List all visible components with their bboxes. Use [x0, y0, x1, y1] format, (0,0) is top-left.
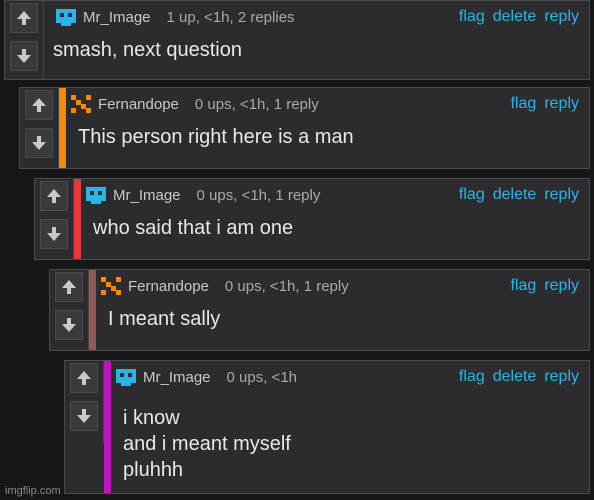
- avatar-icon[interactable]: [70, 93, 92, 115]
- comment: Mr_Image 0 ups, <1h flag delete reply i …: [64, 360, 590, 494]
- vote-column: [65, 361, 104, 443]
- upvote-button[interactable]: [10, 3, 38, 33]
- arrow-up-icon: [62, 280, 76, 294]
- avatar-icon[interactable]: [100, 275, 122, 297]
- username-link[interactable]: Fernandope: [128, 278, 209, 295]
- comment-body: i know and i meant myself pluhhh: [123, 407, 291, 481]
- comment-actions: flag delete reply: [459, 8, 579, 26]
- delete-link[interactable]: delete: [493, 368, 537, 386]
- reply-link[interactable]: reply: [544, 8, 579, 26]
- reply-link[interactable]: reply: [544, 277, 579, 295]
- arrow-down-icon: [77, 409, 91, 423]
- arrow-up-icon: [17, 11, 31, 25]
- arrow-down-icon: [47, 227, 61, 241]
- comment-actions: flag reply: [511, 95, 579, 113]
- delete-link[interactable]: delete: [493, 8, 537, 26]
- comment-meta: 0 ups, <1h: [226, 368, 298, 386]
- flag-link[interactable]: flag: [459, 186, 485, 204]
- downvote-button[interactable]: [55, 310, 83, 340]
- flag-link[interactable]: flag: [459, 368, 485, 386]
- reply-link[interactable]: reply: [544, 368, 579, 386]
- downvote-button[interactable]: [10, 41, 38, 71]
- comment-body: smash, next question: [53, 39, 242, 61]
- comment-actions: flag reply: [511, 277, 579, 295]
- reply-link[interactable]: reply: [544, 95, 579, 113]
- avatar-icon[interactable]: [115, 366, 137, 388]
- arrow-down-icon: [17, 49, 31, 63]
- vote-column: [50, 270, 89, 350]
- comment-meta: 0 ups, <1h, 1 reply: [196, 186, 321, 204]
- flag-link[interactable]: flag: [459, 8, 485, 26]
- comment-meta: 1 up, <1h, 2 replies: [166, 8, 295, 26]
- reply-link[interactable]: reply: [544, 186, 579, 204]
- avatar-icon[interactable]: [85, 184, 107, 206]
- comment-meta: 0 ups, <1h, 1 reply: [224, 277, 349, 295]
- comment: Mr_Image 1 up, <1h, 2 replies flag delet…: [4, 0, 590, 80]
- watermark: imgflip.com: [5, 485, 61, 497]
- comment-body: I meant sally: [108, 308, 221, 330]
- arrow-down-icon: [62, 318, 76, 332]
- avatar-icon[interactable]: [55, 6, 77, 28]
- username-link[interactable]: Mr_Image: [83, 9, 151, 26]
- downvote-button[interactable]: [25, 128, 53, 158]
- thread-stripe: [59, 88, 66, 168]
- downvote-button[interactable]: [40, 219, 68, 249]
- vote-column: [5, 1, 44, 79]
- comment: Fernandope 0 ups, <1h, 1 reply flag repl…: [49, 269, 590, 351]
- upvote-button[interactable]: [55, 272, 83, 302]
- comment: Fernandope 0 ups, <1h, 1 reply flag repl…: [19, 87, 590, 169]
- flag-link[interactable]: flag: [511, 95, 537, 113]
- thread-stripe: [89, 270, 96, 350]
- upvote-button[interactable]: [70, 363, 98, 393]
- downvote-button[interactable]: [70, 401, 98, 431]
- upvote-button[interactable]: [25, 90, 53, 120]
- vote-column: [35, 179, 74, 259]
- arrow-up-icon: [47, 189, 61, 203]
- username-link[interactable]: Mr_Image: [143, 369, 211, 386]
- thread-stripe: [104, 361, 111, 493]
- delete-link[interactable]: delete: [493, 186, 537, 204]
- comment: Mr_Image 0 ups, <1h, 1 reply flag delete…: [34, 178, 590, 260]
- thread-stripe: [74, 179, 81, 259]
- arrow-up-icon: [32, 98, 46, 112]
- arrow-up-icon: [77, 371, 91, 385]
- upvote-button[interactable]: [40, 181, 68, 211]
- comment-actions: flag delete reply: [459, 368, 579, 386]
- comment-body: This person right here is a man: [78, 126, 354, 148]
- vote-column: [20, 88, 59, 168]
- comment-body: who said that i am one: [93, 217, 294, 239]
- flag-link[interactable]: flag: [511, 277, 537, 295]
- comment-actions: flag delete reply: [459, 186, 579, 204]
- username-link[interactable]: Mr_Image: [113, 187, 181, 204]
- arrow-down-icon: [32, 136, 46, 150]
- comment-meta: 0 ups, <1h, 1 reply: [194, 95, 319, 113]
- username-link[interactable]: Fernandope: [98, 96, 179, 113]
